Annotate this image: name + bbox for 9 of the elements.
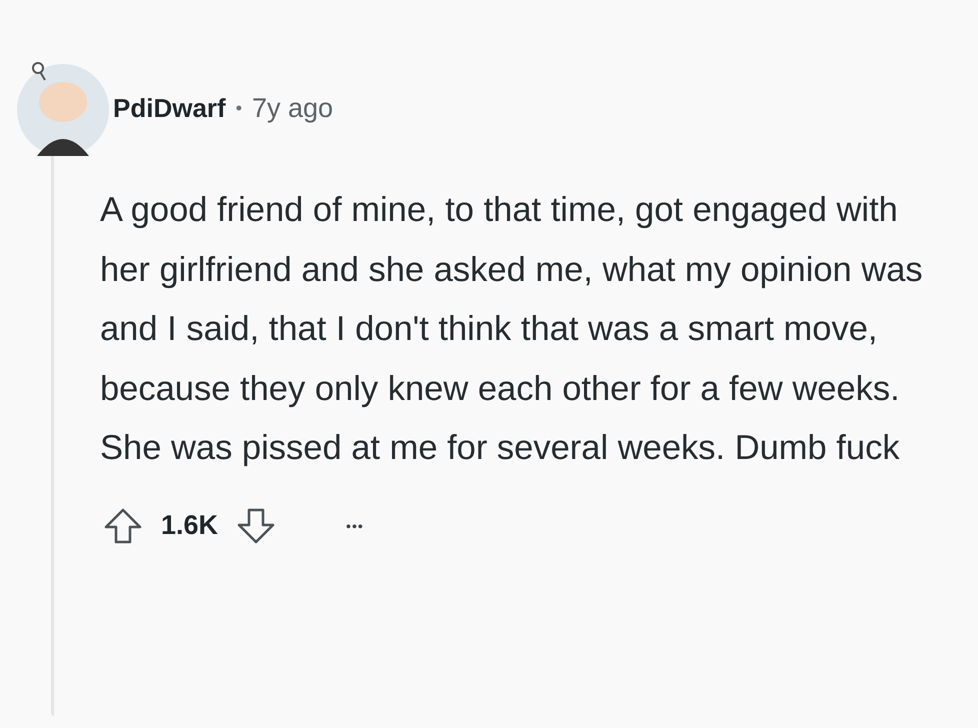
- username[interactable]: PdiDwarf: [113, 92, 226, 124]
- more-options-button[interactable]: •••: [346, 518, 364, 534]
- upvote-icon[interactable]: [103, 506, 143, 544]
- separator-dot: •: [236, 98, 242, 118]
- downvote-icon[interactable]: [236, 506, 276, 544]
- vote-count: 1.6K: [161, 510, 218, 541]
- comment-text: A good friend of mine, to that time, got engaged with her girlfriend and she asked me, what my opinion was and I said, that I don't think that was a smart move, because they only knew each other for a few weeks. She was pissed at me for several weeks. Dumb fuck: [100, 190, 924, 469]
- timestamp: 7y ago: [252, 92, 334, 124]
- avatar-icon: [15, 60, 111, 156]
